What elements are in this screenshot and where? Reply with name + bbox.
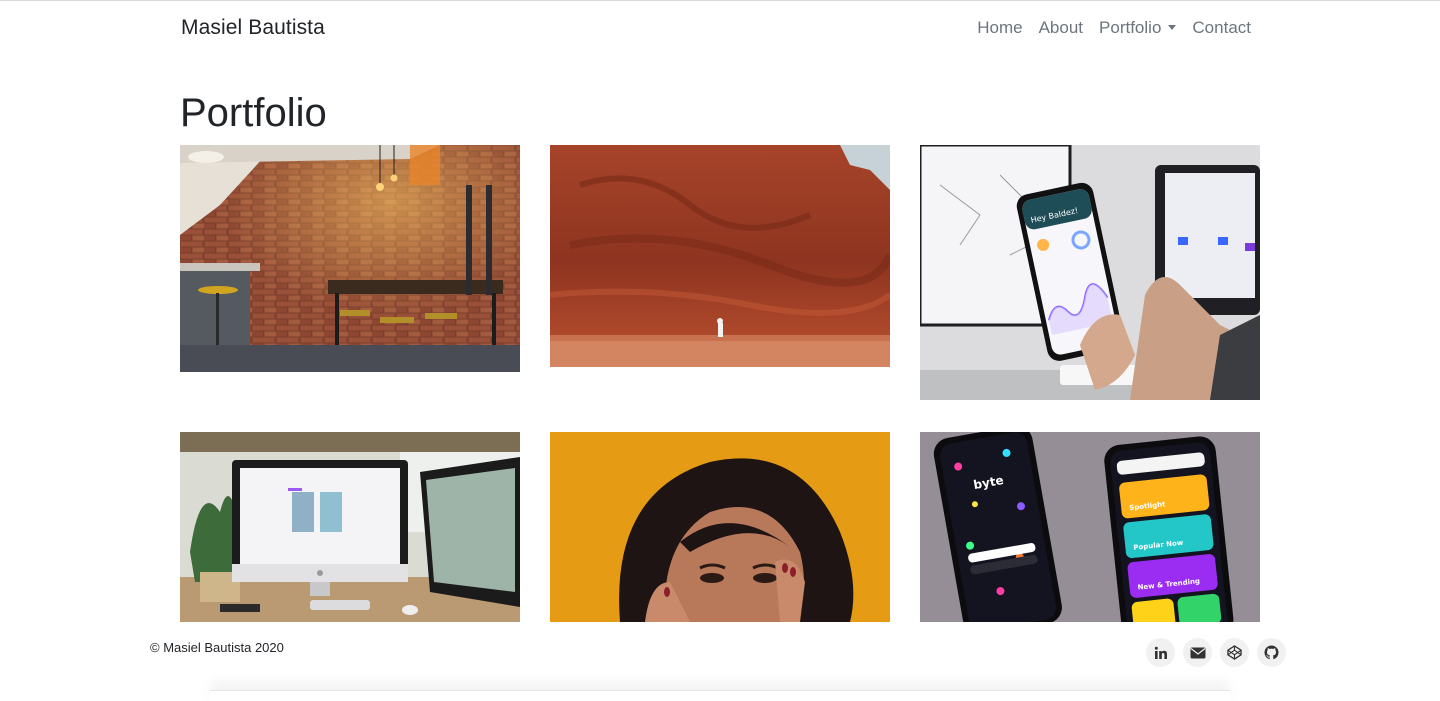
nav-portfolio-label: Portfolio bbox=[1099, 18, 1162, 37]
portfolio-item-kitchen[interactable] bbox=[180, 145, 520, 372]
codepen-link[interactable] bbox=[1220, 638, 1249, 667]
portfolio-item-portrait[interactable] bbox=[550, 432, 890, 622]
linkedin-icon bbox=[1154, 646, 1167, 659]
page-title: Portfolio bbox=[180, 91, 327, 135]
social-links bbox=[1146, 638, 1286, 667]
caret-down-icon bbox=[1168, 25, 1177, 30]
portfolio-item-red-rock[interactable] bbox=[550, 145, 890, 367]
linkedin-link[interactable] bbox=[1146, 638, 1175, 667]
phone-app-photo: Hey Baldez! bbox=[920, 145, 1260, 400]
bottom-panel-edge bbox=[210, 690, 1230, 701]
codepen-icon bbox=[1227, 645, 1242, 660]
email-link[interactable] bbox=[1183, 638, 1212, 667]
portrait-photo bbox=[550, 432, 890, 622]
nav-contact[interactable]: Contact bbox=[1192, 18, 1251, 38]
github-link[interactable] bbox=[1257, 638, 1286, 667]
portfolio-item-imac-desk[interactable] bbox=[180, 432, 520, 622]
nav-about[interactable]: About bbox=[1039, 18, 1083, 38]
portfolio-item-phone-app[interactable]: Hey Baldez! bbox=[920, 145, 1260, 400]
portfolio-item-byte-app[interactable]: byte Spotlight Popular Now New & Trendin… bbox=[920, 432, 1260, 622]
top-border bbox=[0, 0, 1440, 1]
main-nav: Home About Portfolio Contact bbox=[977, 18, 1251, 38]
red-rock-photo bbox=[550, 145, 890, 367]
nav-home[interactable]: Home bbox=[977, 18, 1022, 38]
kitchen-photo bbox=[180, 145, 520, 372]
github-icon bbox=[1264, 645, 1279, 660]
footer-copyright: © Masiel Bautista 2020 bbox=[150, 640, 284, 655]
imac-desk-photo bbox=[180, 432, 520, 622]
brand-logo[interactable]: Masiel Bautista bbox=[181, 16, 325, 40]
nav-portfolio-dropdown[interactable]: Portfolio bbox=[1099, 18, 1177, 38]
email-icon bbox=[1190, 647, 1205, 658]
byte-app-photo: byte Spotlight Popular Now New & Trendin… bbox=[920, 432, 1260, 622]
